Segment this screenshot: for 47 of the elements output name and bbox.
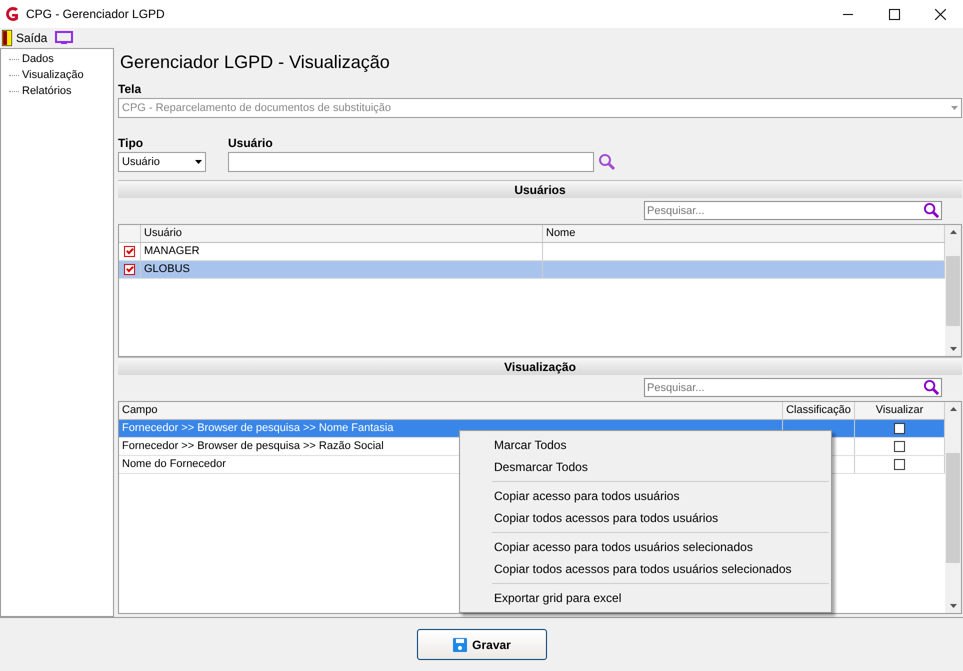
checkbox[interactable] [124,246,135,257]
user-field[interactable] [228,152,594,172]
checkbox[interactable] [894,441,905,452]
app-logo-icon [4,6,20,22]
monitor-icon[interactable] [55,31,74,45]
menu-item[interactable]: Exportar grid para excel [462,587,829,609]
tree-item[interactable]: Visualização [22,66,84,84]
scrollbar[interactable] [945,402,961,613]
scrollbar[interactable] [945,225,961,356]
field-label: Tela [118,81,142,98]
section-header: Usuários [118,180,962,198]
tree-item[interactable]: Relatórios [22,82,72,100]
door-icon[interactable] [2,30,12,46]
menu-item[interactable]: Copiar acesso para todos usuários selecionados [462,536,829,558]
scroll-down-icon[interactable] [950,347,956,351]
search-field[interactable]: Pesquisar... [644,201,942,220]
scroll-up-icon[interactable] [950,230,956,234]
page-heading: Gerenciador LGPD - Visualização [119,51,391,74]
exit-button[interactable]: Saída [16,29,48,47]
checkbox[interactable] [894,459,905,470]
window-title: CPG - Gerenciador LGPD [26,6,165,23]
search-icon[interactable] [923,202,940,219]
checkbox[interactable] [894,423,905,434]
menu-item[interactable]: Copiar todos acessos para todos usuários [462,507,829,529]
save-button[interactable]: Gravar [416,629,546,660]
column-header: Classificação [783,402,855,419]
search-field[interactable]: Pesquisar... [644,378,942,397]
menu-item[interactable]: Copiar todos acessos para todos usuários selecionados [462,558,829,580]
scroll-down-icon[interactable] [950,604,956,608]
table-cell: GLOBUS [141,261,543,278]
minimize-icon[interactable] [843,14,853,16]
caret-icon[interactable] [195,160,202,164]
type-dropdown[interactable]: Usuário [118,152,206,172]
scroll-up-icon[interactable] [950,407,956,411]
column-header: Usuário [141,225,543,242]
tree-item[interactable]: Dados [22,50,54,68]
column-header: Campo [119,402,783,419]
field-label: Tipo [118,135,144,152]
maximize-icon[interactable] [888,9,900,20]
close-icon[interactable] [934,9,946,20]
table-cell: MANAGER [141,243,543,260]
checkbox[interactable] [124,264,135,275]
field-label: Usuário [228,135,274,152]
search-icon[interactable] [598,153,616,171]
search-icon[interactable] [923,379,940,396]
section-header: Visualização [118,357,962,375]
menu-item[interactable]: Copiar acesso para todos usuários [462,485,829,507]
